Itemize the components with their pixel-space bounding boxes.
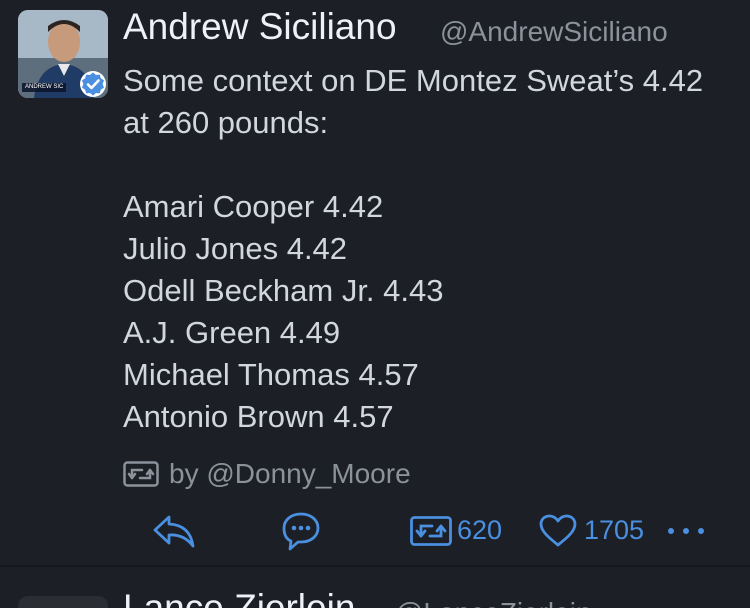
stat-line: Amari Cooper 4.42 [123,189,384,224]
author-handle[interactable]: @AndrewSiciliano [440,16,668,48]
heart-icon [539,514,577,546]
avatar-caption: ANDREW SIC [22,83,67,92]
tweet-text: Some context on DE Montez Sweat’s 4.42 a… [123,60,743,438]
next-author-avatar[interactable] [18,596,108,608]
like-count: 1705 [584,515,645,545]
tweet-text-line: Some context on DE Montez Sweat’s 4.42 [123,63,704,98]
retweet-button[interactable]: 620 [410,508,502,553]
more-options-button[interactable] [666,508,706,553]
author-name[interactable]: Andrew Siciliano [123,6,397,48]
stat-line: Odell Beckham Jr. 4.43 [123,273,444,308]
reply-icon [153,515,195,547]
tweet-actions: 620 1705 [0,508,750,553]
tweet-card[interactable]: ANDREW SIC Andrew Siciliano @AndrewSicil… [0,0,750,565]
next-author-name[interactable]: Lance Zierlein [123,587,355,608]
stat-line: A.J. Green 4.49 [123,315,341,350]
retweet-count: 620 [457,515,503,545]
stat-line: Michael Thomas 4.57 [123,357,419,392]
stat-line: Julio Jones 4.42 [123,231,348,266]
comment-button[interactable] [281,508,321,553]
verified-badge-icon [80,71,106,97]
retweeted-by-label[interactable]: by @Donny_Moore [169,458,411,490]
retweet-icon [123,461,159,487]
retweet-icon [410,515,452,546]
reply-button[interactable] [152,508,196,553]
next-tweet-card[interactable]: Lance Zierlein @LanceZierlein [0,567,750,608]
like-button[interactable]: 1705 [539,508,644,553]
stat-line: Antonio Brown 4.57 [123,399,394,434]
retweeted-by[interactable]: by @Donny_Moore [123,458,411,490]
comment-bubble-icon [282,512,320,550]
next-author-handle[interactable]: @LanceZierlein [395,597,592,608]
more-dots-icon [668,527,704,534]
tweet-text-line: at 260 pounds: [123,105,329,140]
